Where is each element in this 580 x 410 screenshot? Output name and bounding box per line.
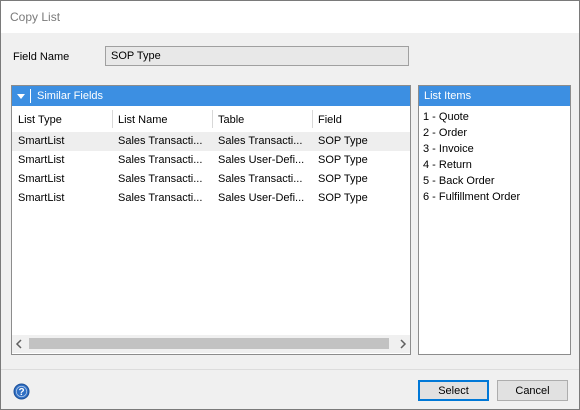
- cell-list-type: SmartList: [18, 173, 65, 185]
- cell-list-type: SmartList: [18, 135, 65, 147]
- cell-field: SOP Type: [318, 135, 368, 147]
- cell-table: Sales Transacti...: [218, 135, 303, 147]
- horizontal-scrollbar[interactable]: [12, 335, 410, 353]
- cell-list-type: SmartList: [18, 154, 65, 166]
- cell-field: SOP Type: [318, 173, 368, 185]
- cell-table: Sales Transacti...: [218, 173, 303, 185]
- list-item[interactable]: 3 - Invoice: [423, 143, 474, 155]
- cell-table: Sales User-Defi...: [218, 154, 305, 166]
- copy-list-window: Copy List Field Name SOP Type Similar Fi…: [0, 0, 580, 410]
- field-name-label: Field Name: [13, 51, 70, 63]
- list-item[interactable]: 5 - Back Order: [423, 175, 495, 187]
- cell-list-name: Sales Transacti...: [118, 192, 203, 204]
- list-item[interactable]: 6 - Fulfillment Order: [423, 191, 520, 203]
- svg-text:?: ?: [18, 387, 24, 398]
- list-item[interactable]: 1 - Quote: [423, 111, 469, 123]
- cell-list-name: Sales Transacti...: [118, 154, 203, 166]
- arrow-right-icon[interactable]: [398, 339, 408, 349]
- field-name-value: SOP Type: [111, 50, 161, 62]
- similar-fields-panel: Similar Fields List Type List Name Table…: [11, 85, 411, 355]
- column-header-field[interactable]: Field: [318, 114, 342, 126]
- column-divider[interactable]: [112, 110, 113, 128]
- list-item[interactable]: 2 - Order: [423, 127, 467, 139]
- list-items-title: List Items: [424, 90, 472, 102]
- title-bar: Copy List: [1, 1, 579, 33]
- column-header-list-type[interactable]: List Type: [18, 114, 62, 126]
- cell-table: Sales User-Defi...: [218, 192, 305, 204]
- select-button[interactable]: Select: [418, 380, 489, 401]
- similar-fields-title: Similar Fields: [37, 90, 104, 102]
- cell-list-type: SmartList: [18, 192, 65, 204]
- similar-fields-header: Similar Fields: [12, 86, 410, 106]
- list-item[interactable]: 4 - Return: [423, 159, 472, 171]
- window-title: Copy List: [10, 10, 61, 24]
- header-separator: [30, 89, 31, 103]
- field-name-field[interactable]: SOP Type: [105, 46, 409, 66]
- table-row[interactable]: SmartList Sales Transacti... Sales Trans…: [12, 132, 410, 151]
- column-divider[interactable]: [312, 110, 313, 128]
- footer-divider: [1, 369, 579, 370]
- cancel-button[interactable]: Cancel: [497, 380, 568, 401]
- cell-list-name: Sales Transacti...: [118, 173, 203, 185]
- column-divider[interactable]: [212, 110, 213, 128]
- list-items-panel: List Items 1 - Quote 2 - Order 3 - Invoi…: [418, 85, 571, 355]
- help-icon[interactable]: ?: [13, 383, 30, 400]
- cell-list-name: Sales Transacti...: [118, 135, 203, 147]
- column-header-list-name[interactable]: List Name: [118, 114, 168, 126]
- column-header-table[interactable]: Table: [218, 114, 244, 126]
- list-items-header: List Items: [419, 86, 570, 106]
- cell-field: SOP Type: [318, 154, 368, 166]
- scrollbar-thumb[interactable]: [29, 338, 389, 349]
- arrow-left-icon[interactable]: [14, 339, 24, 349]
- table-row[interactable]: SmartList Sales Transacti... Sales User-…: [12, 189, 410, 208]
- table-row[interactable]: SmartList Sales Transacti... Sales Trans…: [12, 170, 410, 189]
- table-row[interactable]: SmartList Sales Transacti... Sales User-…: [12, 151, 410, 170]
- cell-field: SOP Type: [318, 192, 368, 204]
- chevron-down-icon[interactable]: [15, 89, 27, 103]
